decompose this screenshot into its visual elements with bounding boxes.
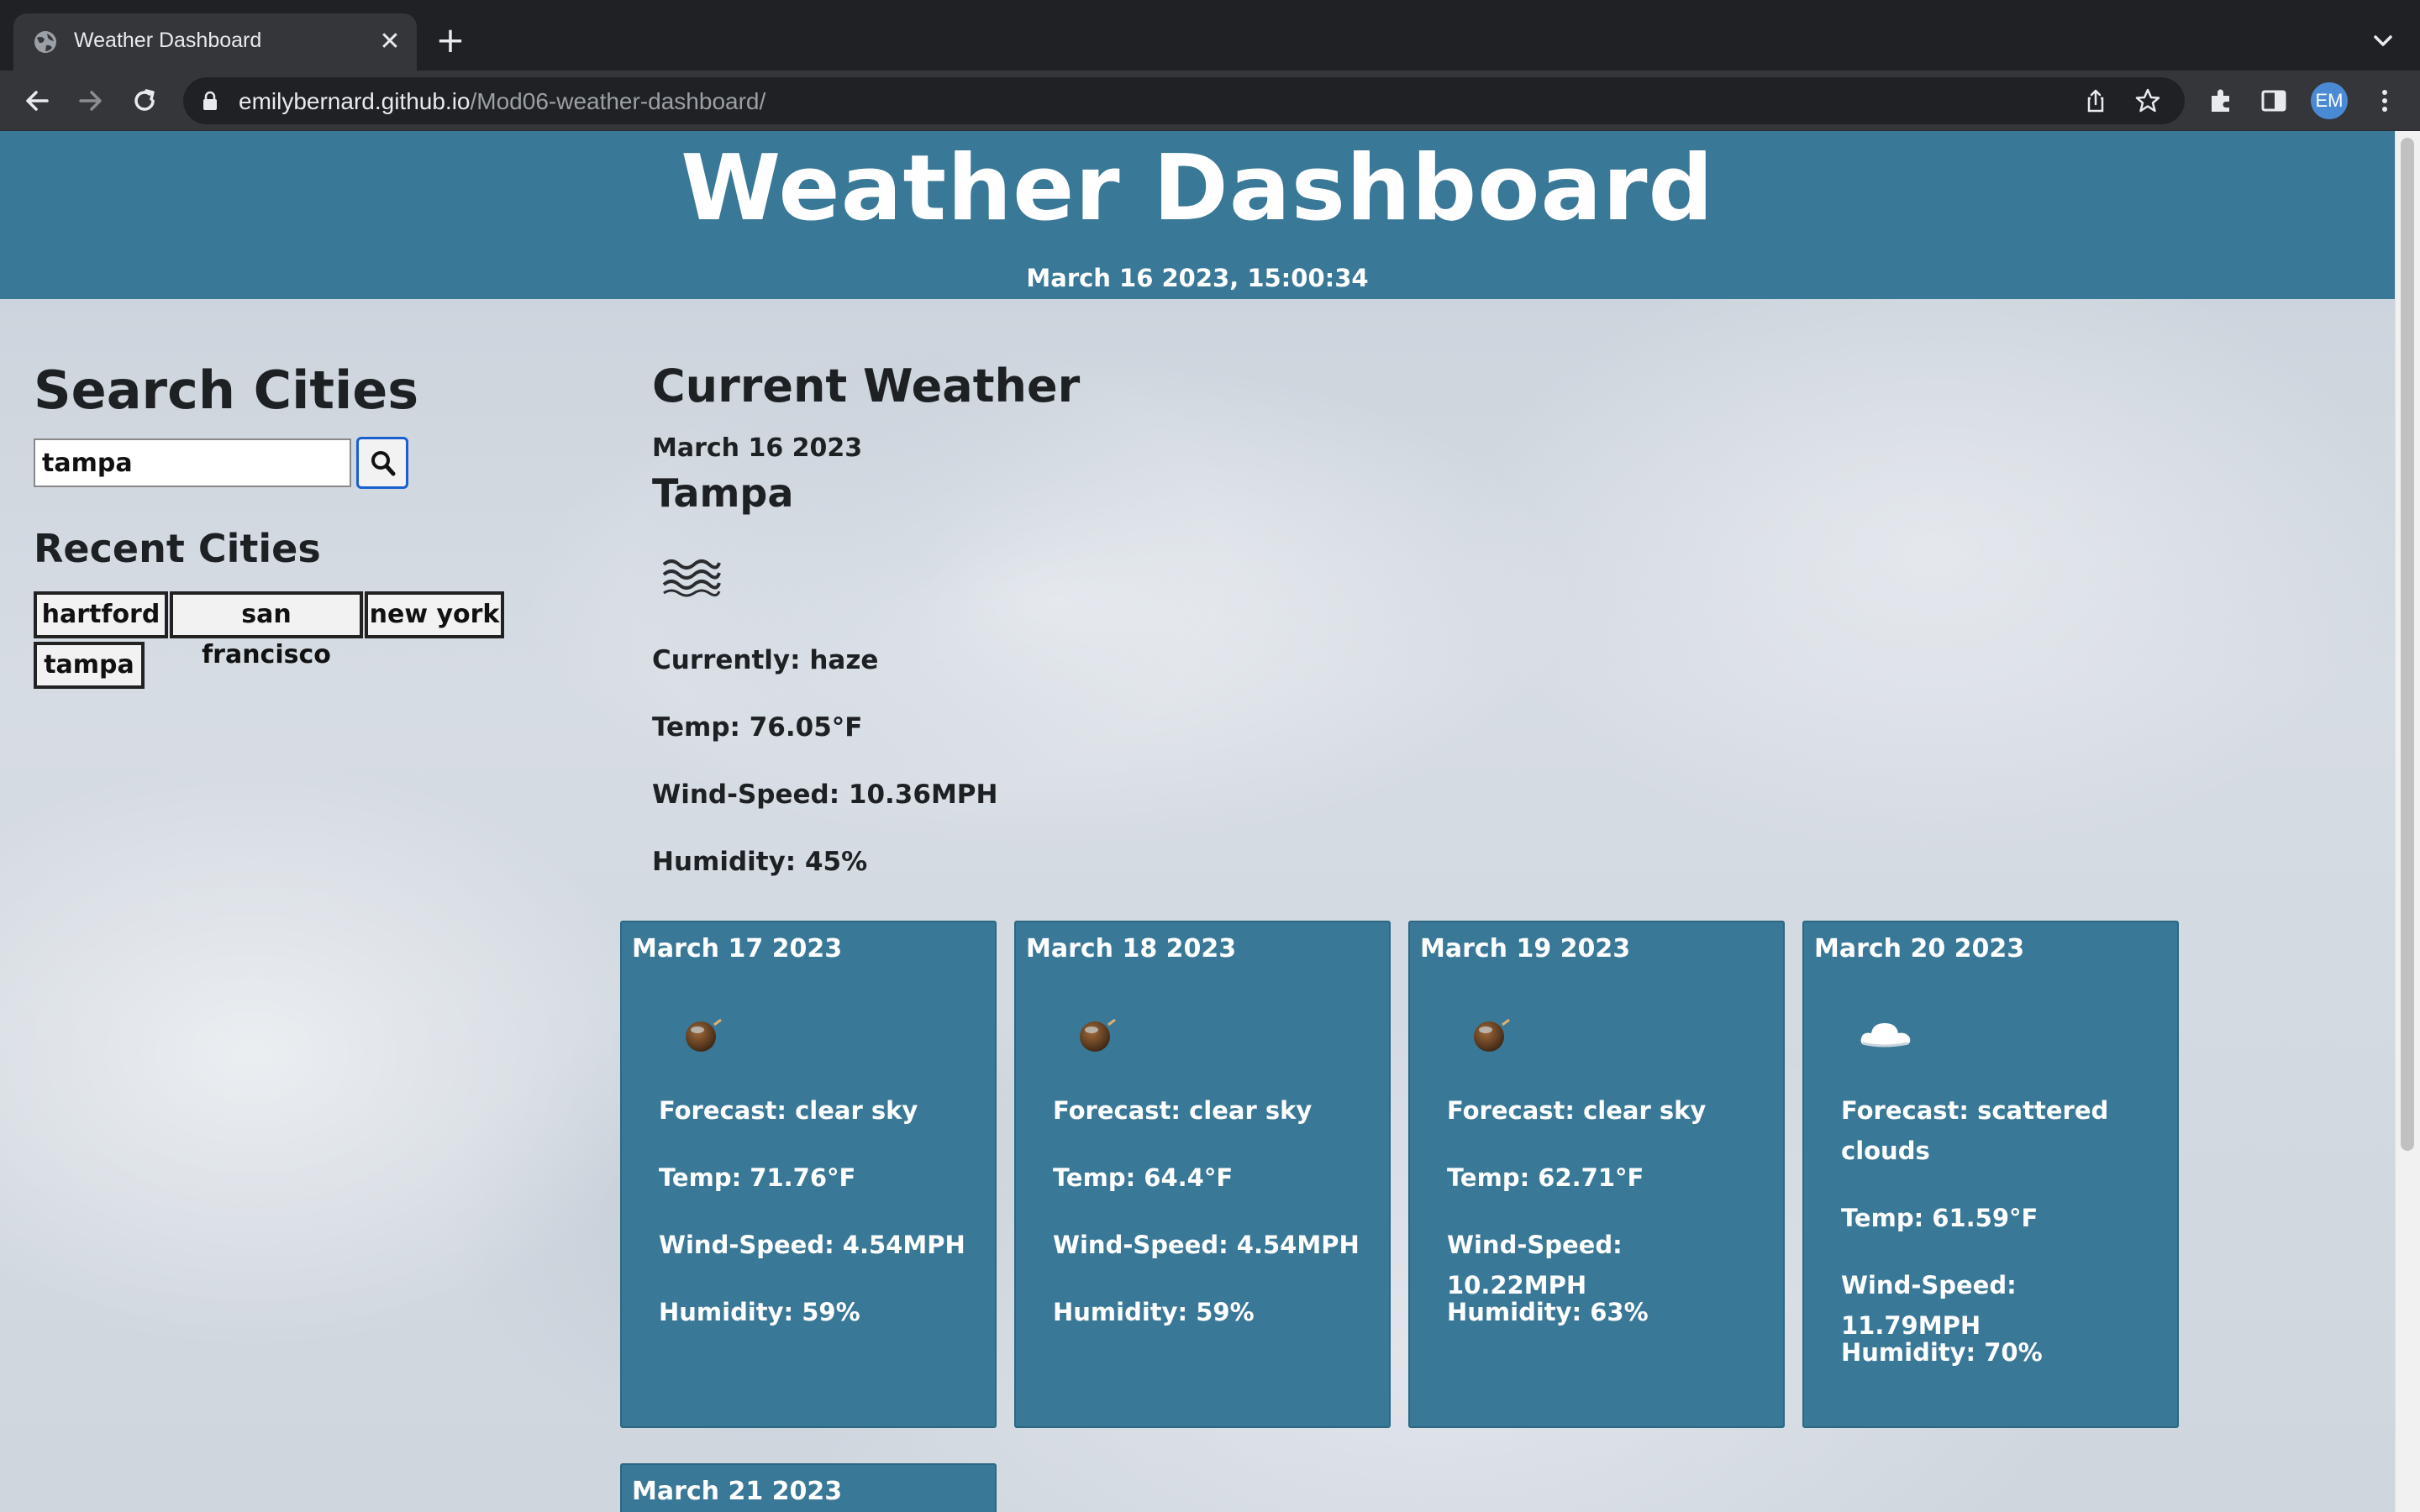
- bookmark-star-icon[interactable]: [2134, 87, 2161, 114]
- more-menu-icon[interactable]: [2370, 86, 2400, 116]
- current-temp: Temp: 76.05°F: [652, 712, 863, 743]
- haze-icon: [662, 559, 721, 597]
- current-datetime: March 16 2023, 15:00:34: [1026, 264, 1369, 292]
- forecast-card: March 18 2023 Forecast: clear sky Temp: …: [1014, 921, 1391, 1428]
- scattered-clouds-icon: [1860, 1023, 1911, 1047]
- forecast-condition: Forecast: scattered clouds: [1841, 1096, 2109, 1165]
- current-date: March 16 2023: [652, 433, 863, 463]
- forecast-temp: Temp: 62.71°F: [1447, 1163, 1644, 1192]
- tab-title: Weather Dashboard: [74, 29, 262, 52]
- forecast-temp: Temp: 64.4°F: [1053, 1163, 1234, 1192]
- forecast-date: March 19 2023: [1420, 934, 1631, 963]
- scrollbar-thumb[interactable]: [2401, 138, 2414, 1151]
- lock-icon[interactable]: [202, 91, 218, 111]
- current-weather-heading: Current Weather: [652, 360, 1081, 412]
- page-viewport: Weather Dashboard March 16 2023, 15:00:3…: [0, 131, 2395, 1512]
- forecast-temp: Temp: 71.76°F: [659, 1163, 856, 1192]
- forecast-temp: Temp: 61.59°F: [1841, 1204, 2039, 1232]
- share-icon[interactable]: [2082, 87, 2109, 114]
- search-heading: Search Cities: [34, 360, 419, 421]
- chevron-down-icon[interactable]: [2368, 25, 2398, 55]
- extensions-puzzle-icon[interactable]: [2207, 86, 2237, 116]
- forecast-date: March 20 2023: [1814, 934, 2025, 963]
- browser-tab[interactable]: Weather Dashboard ✕: [13, 13, 417, 71]
- side-panel-icon[interactable]: [2259, 86, 2289, 116]
- forecast-date: March 21 2023: [632, 1477, 843, 1506]
- recent-city-button[interactable]: hartford: [34, 591, 168, 638]
- search-button[interactable]: [356, 437, 408, 489]
- recent-city-button[interactable]: tampa: [34, 642, 145, 689]
- url-text[interactable]: emilybernard.github.io/Mod06-weather-das…: [239, 88, 765, 115]
- current-condition: Currently: haze: [652, 645, 879, 675]
- tab-close-icon[interactable]: ✕: [375, 27, 405, 57]
- new-tab-icon[interactable]: +: [434, 23, 467, 58]
- city-search-input[interactable]: [34, 438, 351, 487]
- forecast-humidity: Humidity: 63%: [1447, 1298, 1649, 1326]
- current-wind: Wind-Speed: 10.36MPH: [652, 780, 998, 810]
- recent-city-button[interactable]: new york: [365, 591, 504, 638]
- forecast-card: March 19 2023 Forecast: clear sky Temp: …: [1408, 921, 1785, 1428]
- forecast-condition: Forecast: clear sky: [659, 1096, 918, 1125]
- profile-avatar[interactable]: EM: [2311, 82, 2348, 119]
- recent-cities-heading: Recent Cities: [34, 526, 321, 571]
- url-host: emilybernard.github.io: [239, 88, 471, 114]
- forecast-humidity: Humidity: 59%: [659, 1298, 860, 1326]
- browser-tabstrip: Weather Dashboard ✕ +: [0, 0, 2420, 71]
- forecast-card: March 20 2023 Forecast: scattered clouds…: [1802, 921, 2179, 1428]
- current-humidity: Humidity: 45%: [652, 847, 868, 877]
- forward-arrow-icon[interactable]: [76, 86, 106, 116]
- back-arrow-icon[interactable]: [22, 86, 52, 116]
- clear-sky-icon: [1474, 1018, 1510, 1052]
- search-icon: [371, 451, 396, 476]
- forecast-humidity: Humidity: 59%: [1053, 1298, 1255, 1326]
- forecast-wind: Wind-Speed: 4.54MPH: [1053, 1231, 1360, 1259]
- clear-sky-icon: [1080, 1018, 1116, 1052]
- forecast-card: March 21 2023: [620, 1463, 997, 1512]
- forecast-humidity: Humidity: 70%: [1841, 1338, 2043, 1367]
- reload-icon[interactable]: [129, 86, 160, 116]
- forecast-date: March 17 2023: [632, 934, 843, 963]
- page-header: Weather Dashboard March 16 2023, 15:00:3…: [0, 131, 2395, 299]
- url-path: /Mod06-weather-dashboard/: [470, 88, 766, 114]
- current-city: Tampa: [652, 470, 794, 516]
- forecast-condition: Forecast: clear sky: [1447, 1096, 1707, 1125]
- page-title: Weather Dashboard: [681, 136, 1714, 241]
- forecast-wind: Wind-Speed: 4.54MPH: [659, 1231, 965, 1259]
- forecast-card: March 17 2023 Forecast: clear sky Temp: …: [620, 921, 997, 1428]
- forecast-date: March 18 2023: [1026, 934, 1237, 963]
- globe-icon: [34, 31, 56, 53]
- recent-city-button[interactable]: san francisco: [170, 591, 363, 669]
- forecast-condition: Forecast: clear sky: [1053, 1096, 1313, 1125]
- clear-sky-icon: [686, 1018, 722, 1052]
- address-bar[interactable]: emilybernard.github.io/Mod06-weather-das…: [183, 77, 2185, 124]
- browser-toolbar: emilybernard.github.io/Mod06-weather-das…: [0, 71, 2420, 131]
